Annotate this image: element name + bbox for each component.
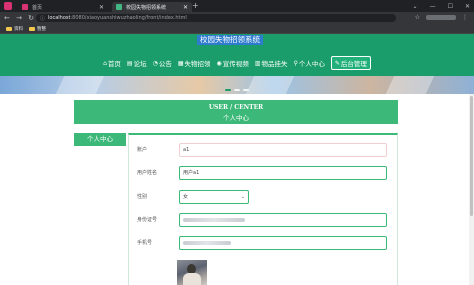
tab-favicon-icon bbox=[22, 4, 28, 10]
nav-label: 论坛 bbox=[133, 60, 147, 68]
nav-video[interactable]: ◉ 宣传视频 bbox=[216, 58, 249, 69]
user-center-heading: USER / CENTER 个人中心 bbox=[74, 100, 398, 124]
profile-area[interactable] bbox=[426, 15, 456, 20]
maximize-icon[interactable]: ☐ bbox=[448, 3, 453, 10]
nav-user-center[interactable]: ⚲ 个人中心 bbox=[293, 58, 325, 69]
banner-decoration bbox=[385, 76, 435, 94]
close-window-icon[interactable]: ✕ bbox=[465, 3, 470, 10]
admin-icon: ✎ bbox=[334, 59, 340, 67]
url-input[interactable]: ⓘ localhost :8080/xiaoyuanshiwuzhaoling/… bbox=[36, 14, 396, 22]
gender-value: 女 bbox=[183, 194, 189, 200]
close-icon[interactable]: ✕ bbox=[183, 4, 188, 11]
phone-field[interactable] bbox=[179, 236, 387, 250]
bookmark-label: 暂整 bbox=[37, 26, 46, 32]
form-row-account: 账户 a1 bbox=[129, 143, 399, 157]
chevron-down-icon[interactable]: ⌄ bbox=[413, 3, 418, 10]
bookmark-label: 资料 bbox=[14, 26, 23, 32]
site-header: 校园失物招领系统 ⌂ 首页 ▤ 论坛 ◔ 公告 ▦ 失物招领 ◉ 宣传视频 ▥ … bbox=[0, 34, 474, 76]
more-icon[interactable]: ⋮ bbox=[462, 14, 468, 21]
avatar-body bbox=[183, 273, 201, 285]
close-icon[interactable]: ✕ bbox=[99, 4, 104, 11]
nav-notice[interactable]: ◔ 公告 bbox=[152, 58, 172, 69]
vue-favicon-icon bbox=[116, 4, 122, 10]
carousel-dot[interactable] bbox=[243, 89, 249, 91]
banner-decoration bbox=[245, 76, 295, 94]
form-row-phone: 手机号 bbox=[129, 236, 399, 250]
sidebar-item-user-center[interactable]: 个人中心 bbox=[74, 133, 126, 146]
carousel-dot[interactable] bbox=[234, 89, 240, 91]
carousel-indicators bbox=[225, 89, 249, 91]
gender-label: 性别 bbox=[137, 194, 148, 200]
name-label: 用户姓名 bbox=[137, 170, 158, 176]
reload-icon[interactable]: ↻ bbox=[26, 14, 36, 22]
banner-decoration bbox=[55, 76, 105, 94]
name-field[interactable]: 用户a1 bbox=[179, 166, 387, 180]
avatar[interactable] bbox=[177, 260, 207, 285]
form-row-id: 身份证号 bbox=[129, 213, 399, 227]
nav-report[interactable]: ▥ 物品挂失 bbox=[254, 58, 288, 69]
notice-icon: ◔ bbox=[152, 59, 158, 67]
nav-label: 公告 bbox=[158, 60, 172, 68]
form-row-name: 用户姓名 用户a1 bbox=[129, 166, 399, 180]
phone-label: 手机号 bbox=[137, 240, 153, 246]
scrollbar-thumb[interactable] bbox=[470, 96, 473, 216]
form-row-gender: 性别 女 ⌄ bbox=[129, 190, 399, 204]
nav-label: 宣传视频 bbox=[222, 60, 249, 68]
star-icon[interactable]: ☆ bbox=[415, 14, 420, 21]
user-center-title-cn: 个人中心 bbox=[223, 114, 249, 122]
url-path: :8080/xiaoyuanshiwuzhaoling/front/index.… bbox=[70, 15, 187, 21]
forum-icon: ▤ bbox=[126, 59, 133, 67]
nav-label: 失物招领 bbox=[184, 60, 211, 68]
page-scrollbar[interactable] bbox=[469, 94, 474, 285]
redacted-phone-number bbox=[183, 240, 231, 245]
video-icon: ◉ bbox=[216, 59, 222, 67]
lost-found-icon: ▦ bbox=[177, 59, 184, 67]
main-nav: ⌂ 首页 ▤ 论坛 ◔ 公告 ▦ 失物招领 ◉ 宣传视频 ▥ 物品挂失 ⚲ 个人… bbox=[0, 56, 474, 70]
chevron-down-icon: ⌄ bbox=[240, 194, 245, 200]
redacted-id-number bbox=[183, 217, 245, 222]
account-field[interactable]: a1 bbox=[179, 143, 387, 157]
new-tab-icon[interactable]: + bbox=[192, 1, 199, 11]
report-icon: ▥ bbox=[254, 59, 261, 67]
nav-label: 首页 bbox=[107, 60, 121, 68]
id-number-field[interactable] bbox=[179, 213, 387, 227]
site-title: 校园失物招领系统 bbox=[197, 35, 263, 45]
browser-tab-active[interactable]: 校园失物招领系统 ✕ bbox=[112, 2, 192, 12]
bookmark-item[interactable]: 资料 bbox=[6, 26, 23, 32]
bookmark-item[interactable]: 暂整 bbox=[29, 26, 46, 32]
nav-label: 物品挂失 bbox=[261, 60, 288, 68]
nav-home[interactable]: ⌂ 首页 bbox=[103, 58, 121, 69]
nav-admin-button[interactable]: ✎ 后台管理 bbox=[330, 56, 371, 70]
info-icon: ⓘ bbox=[40, 15, 46, 22]
url-host: localhost bbox=[48, 15, 71, 21]
profile-form: 账户 a1 用户姓名 用户a1 性别 女 ⌄ 身份证号 手机号 bbox=[128, 133, 398, 285]
browser-menu-icon[interactable] bbox=[4, 2, 12, 10]
nav-forum[interactable]: ▤ 论坛 bbox=[126, 58, 147, 69]
browser-tab-home[interactable]: 首页 ✕ bbox=[18, 2, 108, 12]
home-icon: ⌂ bbox=[103, 59, 107, 67]
minimize-icon[interactable]: — bbox=[430, 3, 436, 10]
toolbar-right: ☆ ⋮ bbox=[415, 14, 468, 21]
nav-label: 个人中心 bbox=[298, 60, 325, 68]
folder-icon bbox=[6, 26, 12, 31]
window-controls: ⌄ — ☐ ✕ bbox=[413, 0, 470, 12]
tab-label: 校园失物招领系统 bbox=[126, 4, 167, 11]
account-label: 账户 bbox=[137, 147, 148, 153]
browser-address-bar: ← → ↻ ⓘ localhost :8080/xiaoyuanshiwuzha… bbox=[0, 12, 474, 24]
nav-lost-found[interactable]: ▦ 失物招领 bbox=[177, 58, 211, 69]
user-icon: ⚲ bbox=[293, 59, 298, 67]
tab-label: 首页 bbox=[32, 4, 43, 11]
id-label: 身份证号 bbox=[137, 217, 158, 223]
forward-icon[interactable]: → bbox=[14, 14, 24, 22]
user-center-title-en: USER / CENTER bbox=[208, 104, 264, 111]
bookmarks-bar: 资料 暂整 bbox=[0, 24, 474, 34]
carousel-dot[interactable] bbox=[225, 89, 231, 91]
gender-select[interactable]: 女 ⌄ bbox=[179, 190, 249, 204]
back-icon[interactable]: ← bbox=[2, 14, 12, 22]
browser-tab-bar: 首页 ✕ 校园失物招领系统 ✕ + ⌄ — ☐ ✕ bbox=[0, 0, 474, 12]
folder-icon bbox=[29, 26, 35, 31]
nav-label: 后台管理 bbox=[340, 60, 367, 68]
banner-carousel[interactable] bbox=[0, 76, 474, 94]
